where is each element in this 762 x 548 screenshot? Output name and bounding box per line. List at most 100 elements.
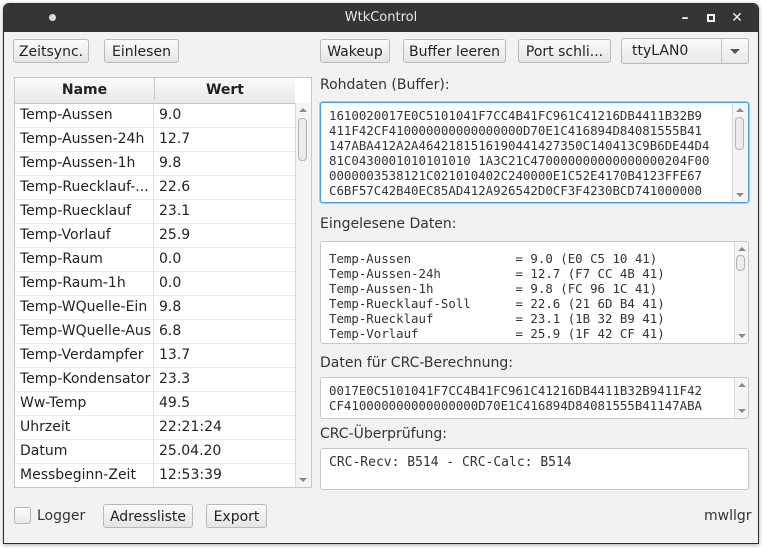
zeitsync-button[interactable]: Zeitsync. [13, 39, 89, 63]
einlesen-button[interactable]: Einlesen [104, 39, 179, 63]
table-row[interactable]: Temp-Verdampfer 13.7 [15, 344, 295, 368]
rohdaten-scrollbar[interactable] [732, 103, 748, 202]
rohdaten-line: 0000003538121C021010402C240000E1C52E4170… [329, 168, 702, 183]
table-row[interactable]: Temp-Ruecklauf-... 22.6 [15, 176, 295, 200]
scroll-down-icon[interactable] [299, 478, 307, 482]
rohdaten-textarea[interactable]: 1610020017E0C5101041F7CC4B41FC961C41216D… [320, 102, 749, 203]
scroll-up-icon[interactable] [738, 247, 746, 251]
crc-daten-scrollbar[interactable] [734, 378, 748, 418]
eingelesene-textarea[interactable]: Temp-Aussen = 9.0 (E0 C5 10 41) Temp-Aus… [320, 241, 749, 344]
table-row[interactable]: Temp-Raum 0.0 [15, 248, 295, 272]
cell-name: Temp-Raum [15, 248, 154, 272]
eingelesene-line: Temp-Ruecklauf-Soll = 22.6 (21 6D B4 41) [329, 296, 665, 311]
cell-name: Temp-Aussen [15, 104, 154, 128]
scroll-down-icon[interactable] [736, 193, 744, 197]
logger-checkbox[interactable] [14, 507, 31, 524]
close-icon[interactable]: ✕ [727, 8, 747, 28]
table-row[interactable]: Temp-Aussen-24h 12.7 [15, 128, 295, 152]
rohdaten-line: 411F42CF410000000000000000D70E1C416894D8… [329, 123, 702, 138]
adressliste-button[interactable]: Adressliste [103, 504, 193, 528]
cell-wert: 49.5 [159, 395, 191, 411]
rohdaten-line: 147ABA412A2A4642181516190441427350C14041… [329, 138, 710, 153]
port-select-dropdown[interactable] [721, 39, 748, 63]
cell-wert: 9.8 [159, 155, 182, 171]
table-row[interactable]: Temp-Raum-1h 0.0 [15, 272, 295, 296]
cell-name: Temp-Ruecklauf [15, 200, 154, 224]
table-row[interactable]: Temp-Kondensator 23.3 [15, 368, 295, 392]
table-row[interactable]: Temp-Vorlauf 25.9 [15, 224, 295, 248]
column-header-wert[interactable]: Wert [155, 78, 295, 103]
buffer-leeren-button[interactable]: Buffer leeren [403, 39, 506, 63]
eingelesene-line: Temp-Ruecklauf = 23.1 (1B 32 B9 41) [329, 311, 665, 326]
maximize-icon[interactable] [701, 8, 721, 28]
table-header: Name Wert [15, 78, 295, 104]
port-select[interactable]: ttyLAN0 [621, 38, 749, 64]
table-row[interactable]: Temp-Aussen-1h 9.8 [15, 152, 295, 176]
eingelesene-line: Temp-Vorlauf = 25.9 (1F 42 CF 41) [329, 326, 665, 341]
table-scrollbar[interactable] [295, 103, 311, 487]
cell-wert: 22.6 [159, 179, 191, 195]
eingelesene-label: Eingelesene Daten: [320, 216, 457, 232]
minimize-icon[interactable]: – [675, 8, 695, 28]
cell-wert: 9.0 [159, 107, 182, 123]
scrollbar-thumb[interactable] [735, 117, 744, 150]
cell-wert: 12.7 [159, 131, 191, 147]
export-button[interactable]: Export [206, 504, 267, 528]
cell-wert: 12:53:39 [159, 467, 222, 483]
crc-result-text: CRC-Recv: B514 - CRC-Calc: B514 [329, 455, 572, 470]
port-schliessen-button[interactable]: Port schli... [518, 39, 611, 63]
cell-name: Temp-Ruecklauf-... [15, 176, 154, 200]
crc-daten-line: 0017E0C5101041F7CC4B41FC961C41216DB4411B… [329, 383, 702, 398]
eingelesene-scrollbar[interactable] [734, 242, 748, 343]
values-table: Name Wert Temp-Aussen 9.0 Temp-Aussen-24h 1… [14, 77, 312, 488]
table-row[interactable]: Datum 25.04.20 [15, 440, 295, 464]
cell-wert: 9.8 [159, 299, 182, 315]
cell-name: Temp-Aussen-1h [15, 152, 154, 176]
table-row[interactable]: Temp-WQuelle-Ein 9.8 [15, 296, 295, 320]
scrollbar-thumb[interactable] [298, 118, 307, 161]
scroll-up-icon[interactable] [738, 383, 746, 387]
cell-wert: 13.7 [159, 347, 191, 363]
cell-wert: 23.1 [159, 203, 191, 219]
crc-pruefung-label: CRC-Überprüfung: [320, 426, 447, 442]
scroll-up-icon[interactable] [299, 108, 307, 112]
table-row[interactable]: Temp-WQuelle-Aus 6.8 [15, 320, 295, 344]
cell-wert: 0.0 [159, 275, 182, 291]
cell-wert: 25.9 [159, 227, 191, 243]
window-title: WtkControl [344, 10, 418, 25]
rohdaten-line: 81C0430001010101010 1A3C21C4700000000000… [329, 153, 710, 168]
cell-name: Ww-Temp [15, 392, 154, 416]
cell-name: Temp-Aussen-24h [15, 128, 154, 152]
eingelesene-line: Temp-Aussen-24h = 12.7 (F7 CC 4B 41) [329, 266, 665, 281]
cell-wert: 0.0 [159, 251, 182, 267]
crc-daten-line: CF410000000000000000D70E1C416894D8408155… [329, 398, 702, 413]
cell-wert: 25.04.20 [159, 443, 222, 459]
cell-name: Temp-Raum-1h [15, 272, 154, 296]
table-row[interactable]: Ww-Temp 49.5 [15, 392, 295, 416]
eingelesene-line: Temp-Aussen = 9.0 (E0 C5 10 41) [329, 251, 658, 266]
cell-name: Temp-Kondensator [15, 368, 154, 392]
crc-daten-textarea[interactable]: 0017E0C5101041F7CC4B41FC961C41216DB4411B… [320, 377, 749, 419]
crc-daten-label: Daten für CRC-Berechnung: [320, 355, 513, 371]
rohdaten-label: Rohdaten (Buffer): [320, 77, 450, 93]
scroll-down-icon[interactable] [738, 409, 746, 413]
crc-pruefung-textarea[interactable]: CRC-Recv: B514 - CRC-Calc: B514 [320, 448, 749, 490]
rohdaten-line: C6BF57C42B40EC85AD412A926542D0CF3F4230BC… [329, 183, 702, 198]
table-row[interactable]: Messbeginn-Zeit 12:53:39 [15, 464, 295, 487]
port-select-value: ttyLAN0 [632, 43, 689, 59]
cell-wert: 22:21:24 [159, 419, 222, 435]
column-header-name[interactable]: Name [15, 78, 155, 99]
wakeup-button[interactable]: Wakeup [320, 39, 390, 63]
table-row[interactable]: Uhrzeit 22:21:24 [15, 416, 295, 440]
table-row[interactable]: Temp-Ruecklauf 23.1 [15, 200, 295, 224]
cell-name: Temp-Vorlauf [15, 224, 154, 248]
table-row[interactable]: Temp-Aussen 9.0 [15, 104, 295, 128]
scrollbar-thumb[interactable] [736, 255, 745, 271]
eingelesene-line: Temp-Aussen-1h = 9.8 (FC 96 1C 41) [329, 281, 658, 296]
scroll-down-icon[interactable] [738, 334, 746, 338]
cell-wert: 6.8 [159, 323, 182, 339]
scroll-up-icon[interactable] [736, 108, 744, 112]
cell-name: Temp-WQuelle-Aus [15, 320, 154, 344]
cell-name: Uhrzeit [15, 416, 154, 440]
logger-label[interactable]: Logger [37, 508, 85, 524]
